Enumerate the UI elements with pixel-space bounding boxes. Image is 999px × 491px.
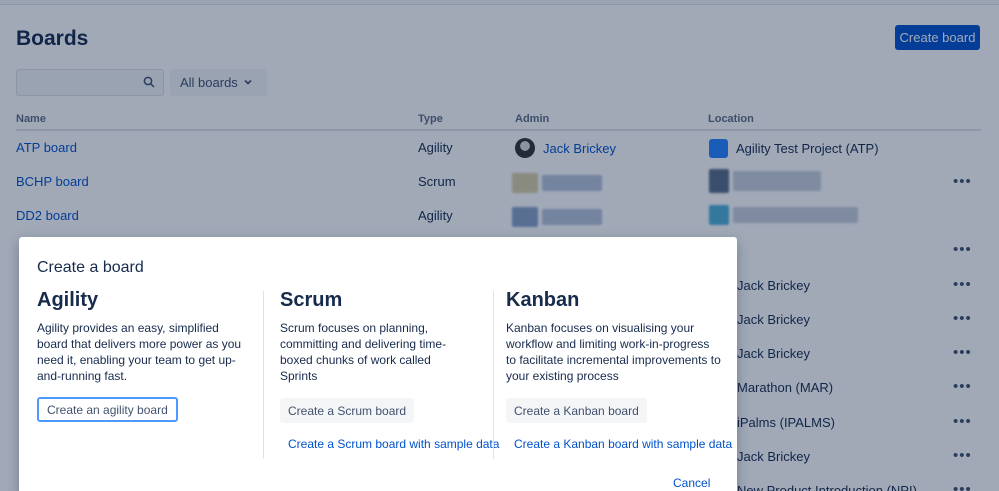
scrum-description: Scrum focuses on planning, committing an… bbox=[280, 321, 447, 383]
kanban-title: Kanban bbox=[506, 289, 580, 311]
cancel-button[interactable]: Cancel bbox=[673, 476, 710, 490]
scrum-option: Scrum Scrum focuses on planning, committ… bbox=[280, 289, 470, 384]
create-board-dialog: Create a board Agility Agility provides … bbox=[19, 237, 737, 491]
scrum-sample-data-link[interactable]: Create a Scrum board with sample data bbox=[288, 437, 499, 451]
create-agility-board-button[interactable]: Create an agility board bbox=[37, 397, 178, 422]
agility-description: Agility provides an easy, simplified boa… bbox=[37, 321, 242, 383]
agility-option: Agility Agility provides an easy, simpli… bbox=[37, 289, 252, 384]
scrum-title: Scrum bbox=[280, 289, 343, 311]
kanban-sample-data-link[interactable]: Create a Kanban board with sample data bbox=[514, 437, 732, 451]
create-kanban-board-button[interactable]: Create a Kanban board bbox=[506, 398, 647, 423]
dialog-title: Create a board bbox=[37, 259, 144, 276]
kanban-option: Kanban Kanban focuses on visualising you… bbox=[506, 289, 721, 384]
column-divider bbox=[493, 291, 494, 459]
column-divider bbox=[263, 291, 264, 459]
kanban-description: Kanban focuses on visualising your workf… bbox=[506, 321, 721, 383]
agility-title: Agility bbox=[37, 289, 99, 311]
create-scrum-board-button[interactable]: Create a Scrum board bbox=[280, 398, 415, 423]
